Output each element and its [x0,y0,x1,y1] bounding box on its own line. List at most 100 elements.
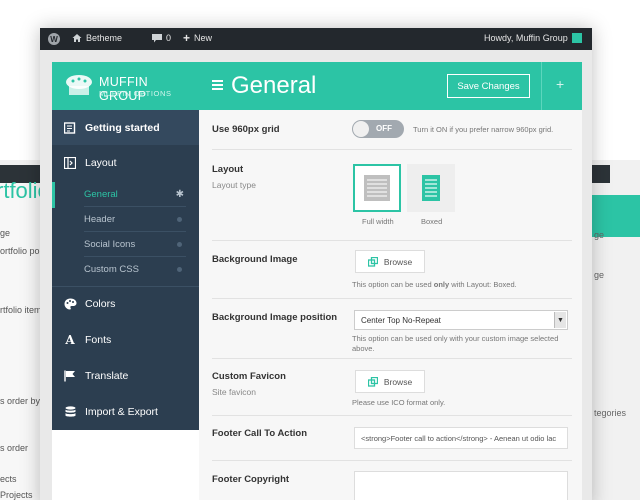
option-row-footer-copyright: Footer Copyright [212,461,572,500]
site-name: Betheme [86,33,123,43]
sidebar-subitem-label: Header [84,213,116,225]
expand-plus-icon[interactable]: + [556,76,564,92]
footer-cta-input[interactable]: <strong>Footer call to action</strong> -… [354,427,568,449]
option-label: Use 960px grid [212,124,280,135]
bg-position-select[interactable]: Center Top No-Repeat ▼ [354,310,568,330]
sidebar-item-label: Import & Export [85,405,158,418]
account-menu[interactable]: Howdy, Muffin Group [484,33,582,43]
background-text: ects [0,474,17,484]
layout-option-caption: Full width [362,217,394,226]
dot-icon [177,241,182,247]
edit-icon [63,121,77,135]
brand-header: MUFFIN GROUP MUFFIN OPTIONS [52,62,199,110]
option-row-bg-image: Background Image Browse This option can … [212,241,572,299]
sidebar-subitem-label: Custom CSS [84,264,139,275]
sidebar-subitem-general[interactable]: General ✱ [84,182,186,207]
copy-icon [367,256,378,267]
font-icon: A [65,332,75,347]
active-indicator [52,182,55,208]
sidebar-item-fonts[interactable]: A Fonts [52,322,199,357]
option-row-footer-cta: Footer Call To Action <strong>Footer cal… [212,416,572,461]
background-text: tegories [594,408,627,418]
sidebar-subitem-header[interactable]: Header [84,207,186,232]
option-label: Custom Favicon [212,371,286,382]
options-sidebar: MUFFIN GROUP MUFFIN OPTIONS Getting star… [52,62,199,430]
dot-icon [177,267,182,272]
browse-label: Browse [383,376,413,387]
option-description: This option can be used only with your c… [352,334,559,353]
muffin-logo-icon [66,75,92,95]
comments-count: 0 [166,33,172,43]
option-row-layout: Layout Layout type Full width Boxed [212,150,572,241]
avatar [571,33,582,43]
comment-icon [152,33,162,42]
wp-logo-icon[interactable]: W [48,33,60,45]
option-sublabel: Layout type [212,180,256,190]
main-window: W Betheme 0 + New Howdy, Muffin Group MU… [40,28,592,500]
desc-emphasis: only [433,280,450,289]
footer-copyright-input[interactable] [354,471,568,500]
option-row-grid960: Use 960px grid OFF Turn it ON if you pre… [212,110,572,150]
browse-label: Browse [383,256,413,267]
option-label: Layout [212,164,244,175]
sidebar-item-translate[interactable]: Translate [52,358,199,393]
layout-option-caption: Boxed [421,217,443,226]
sidebar-item-label: Fonts [85,333,112,346]
sidebar-subitem-custom-css[interactable]: Custom CSS [84,257,186,282]
background-text: ortfolio po [0,246,40,256]
layout-icon [63,156,77,170]
flag-icon [63,369,77,383]
option-sublabel: Site favicon [212,387,256,397]
palette-icon [63,297,77,311]
sidebar-item-getting-started[interactable]: Getting started [52,110,199,145]
layout-option-boxed[interactable] [407,164,455,212]
desc-text: This option can be used [352,280,434,289]
select-value: Center Top No-Repeat [361,316,441,325]
sidebar-item-label: Colors [85,298,116,310]
options-content: Use 960px grid OFF Turn it ON if you pre… [199,110,582,500]
new-link[interactable]: + New [183,30,213,45]
sidebar-item-import-export[interactable]: Import & Export [52,394,199,429]
comments-link[interactable]: 0 [152,33,171,43]
option-description: This option can be used only with Layout… [352,280,517,290]
background-text: Projects [0,490,33,500]
new-label: New [194,33,213,43]
home-icon [72,34,82,42]
background-text: ge [594,270,605,280]
site-name-link[interactable]: Betheme [72,33,122,43]
sidebar-subitem-social-icons[interactable]: Social Icons [84,232,186,257]
background-text: ge [594,230,605,240]
sidebar-item-label: Getting started [85,121,160,134]
background-text: rtfolio item [0,305,42,315]
layout-option-full-width[interactable] [353,164,401,212]
bg-image-browse-button[interactable]: Browse [355,250,425,273]
greeting: Howdy, Muffin Group [484,33,568,43]
options-panel: MUFFIN GROUP MUFFIN OPTIONS Getting star… [52,62,582,500]
toggle-text: OFF [376,124,392,133]
sidebar-subitem-label: General [84,188,118,200]
sidebar-item-layout[interactable]: Layout [52,145,199,180]
sidebar-item-colors[interactable]: Colors [52,286,199,321]
page-title: General [231,72,317,99]
database-icon [63,405,77,419]
boxed-layout-icon [422,175,440,201]
admin-bar: W Betheme 0 + New Howdy, Muffin Group [40,28,592,50]
toggle-knob [353,121,369,137]
save-changes-button[interactable]: Save Changes [447,74,530,98]
option-label: Background Image [212,254,298,265]
content-header: General Save Changes + [199,62,582,110]
sidebar-item-label: Layout [85,156,117,169]
grid960-toggle[interactable]: OFF [352,120,404,138]
sidebar-item-label: Translate [85,369,129,382]
plus-icon: + [183,30,191,45]
option-label: Background Image position [212,312,338,323]
favicon-browse-button[interactable]: Browse [355,370,425,393]
option-row-bg-position: Background Image position Center Top No-… [212,299,572,359]
sidebar-subitem-label: Social Icons [84,238,136,250]
option-description: Turn it ON if you prefer narrow 960px gr… [413,125,554,134]
copy-icon [367,376,378,387]
desc-text: with Layout: Boxed. [449,280,517,289]
background-text: s order by [0,396,41,406]
header-divider [541,62,542,110]
menu-icon[interactable] [212,80,223,90]
